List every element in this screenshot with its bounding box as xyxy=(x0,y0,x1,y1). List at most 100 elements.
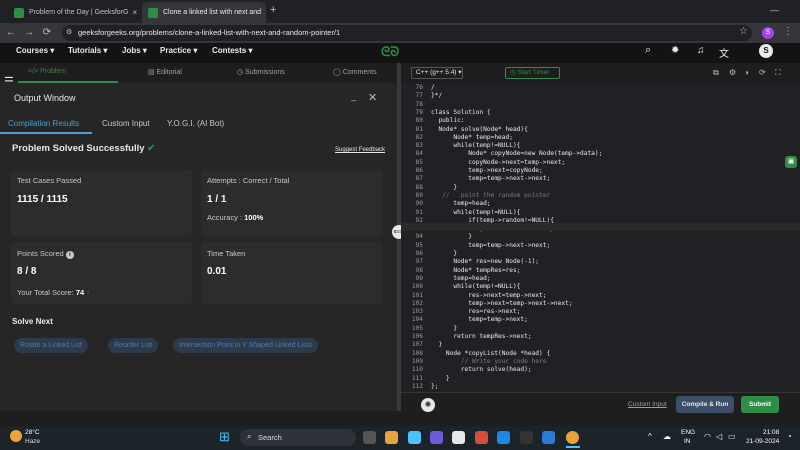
nav-jobs[interactable]: Jobs ▾ xyxy=(122,46,147,55)
code-line[interactable]: class Solution { xyxy=(431,109,491,116)
code-line[interactable]: res=res->next; xyxy=(431,308,520,315)
translate-icon[interactable]: 文 xyxy=(719,45,729,60)
code-line[interactable]: return solve(head); xyxy=(431,366,532,373)
back-icon[interactable]: ← xyxy=(4,26,18,40)
code-line[interactable]: temp=head; xyxy=(431,200,490,207)
code-line[interactable]: Node* res=new Node(-1); xyxy=(431,258,539,265)
search-icon[interactable]: ⌕ xyxy=(645,44,651,57)
code-editor[interactable]: 76 / 77}*/ 78 79 class Solution {80 public: 81… xyxy=(401,84,800,392)
browser-tab-2[interactable]: Clone a linked list with next and × xyxy=(142,2,266,23)
code-line[interactable]: public: xyxy=(431,117,464,124)
settings-icon[interactable]: ⚙ xyxy=(729,68,736,77)
language-indicator-2[interactable]: IN xyxy=(684,438,691,445)
code-line[interactable]: while(temp!=NULL){ xyxy=(431,283,520,290)
submit-button[interactable]: Submit xyxy=(741,396,779,413)
code-line[interactable]: temp=temp->next; xyxy=(431,316,528,323)
close-icon[interactable]: × xyxy=(261,8,266,17)
theme-toggle-icon[interactable]: ✹ xyxy=(671,45,679,56)
close-icon[interactable]: × xyxy=(128,8,137,17)
code-line[interactable]: temp=head; xyxy=(431,275,490,282)
code-line[interactable]: } xyxy=(431,233,472,240)
cloud-icon[interactable]: ☁ xyxy=(663,432,671,441)
code-line[interactable]: } xyxy=(431,325,457,332)
chat-icon[interactable]: ▣ xyxy=(785,156,797,168)
code-line[interactable]: Node* solve(Node* head){ xyxy=(431,126,527,133)
copilot-icon[interactable] xyxy=(408,431,421,444)
tab-comments[interactable]: ◯ Comments xyxy=(333,68,377,76)
notification-bell-icon[interactable]: ◔ xyxy=(787,432,792,441)
code-line[interactable]: copyNode->next=temp->next; xyxy=(431,159,565,166)
bell-icon[interactable]: ♫ xyxy=(697,45,705,56)
custom-input-link[interactable]: Custom Input xyxy=(628,401,667,408)
edge-icon[interactable] xyxy=(497,431,510,444)
minimize-icon[interactable]: _ xyxy=(351,91,356,101)
url-input[interactable]: geeksforgeeks.org/problems/clone-a-linke… xyxy=(62,25,752,41)
forward-icon[interactable]: → xyxy=(22,26,36,40)
theme-icon[interactable]: ◑ xyxy=(744,68,749,77)
code-line[interactable]: // point the random pointer xyxy=(431,192,550,199)
tab-compilation-results[interactable]: Compilation Results xyxy=(8,119,79,128)
language-indicator-1[interactable]: ENG xyxy=(681,429,695,436)
volume-icon[interactable]: ◁ xyxy=(716,432,722,441)
wifi-icon[interactable]: ◠ xyxy=(704,432,711,441)
browser-menu-icon[interactable]: ⋮ xyxy=(783,26,793,37)
code-line[interactable]: while(temp!=NULL){ xyxy=(431,142,520,149)
code-line[interactable]: res->next=temp->next; xyxy=(431,292,546,299)
minimize-window-icon[interactable]: — xyxy=(770,5,779,15)
weather-icon[interactable] xyxy=(10,430,22,442)
next-problem-link[interactable]: Rotate a Linked List xyxy=(14,338,88,353)
code-line[interactable]: temp->next=copyNode; xyxy=(431,167,543,174)
lightbulb-icon[interactable]: ✺ xyxy=(421,398,435,412)
language-select[interactable]: C++ (g++ 5.4) ▾ xyxy=(411,67,463,79)
code-line[interactable]: temp=temp->next->next; xyxy=(431,242,550,249)
tab-custom-input[interactable]: Custom Input xyxy=(102,119,150,128)
tab-editorial[interactable]: ▤ Editorial xyxy=(148,68,182,76)
user-avatar[interactable]: S xyxy=(759,44,773,58)
nav-practice[interactable]: Practice ▾ xyxy=(160,46,197,55)
code-line[interactable]: } xyxy=(431,184,457,191)
info-icon[interactable]: i xyxy=(65,251,74,259)
next-problem-link[interactable]: Reorder List xyxy=(108,338,159,353)
code-line[interactable]: // Write your code here xyxy=(431,358,547,365)
tab-submissions[interactable]: ◷ Submissions xyxy=(237,68,285,76)
code-line[interactable]: while(temp!=NULL){ xyxy=(431,209,520,216)
reload-icon[interactable]: ⟳ xyxy=(40,26,54,40)
nav-tutorials[interactable]: Tutorials ▾ xyxy=(68,46,107,55)
close-icon[interactable]: ✕ xyxy=(368,91,377,104)
task-view-icon[interactable] xyxy=(363,431,376,444)
file-explorer-icon[interactable] xyxy=(385,431,398,444)
copy-icon[interactable]: ⧉ xyxy=(713,68,719,78)
brave-icon[interactable] xyxy=(475,431,488,444)
code-line[interactable]: Node* copyNode=new Node(temp->data); xyxy=(431,150,602,157)
code-line[interactable]: } xyxy=(431,341,442,348)
reset-icon[interactable]: ⟳ xyxy=(759,68,766,77)
code-line[interactable]: Node* tempRes=res; xyxy=(431,267,520,274)
browser-tab-1[interactable]: Problem of the Day | GeeksforG × xyxy=(8,2,142,23)
code-line[interactable]: } xyxy=(431,250,457,257)
start-timer-button[interactable]: ◷ Start Timer xyxy=(505,67,560,79)
bookmark-star-icon[interactable]: ☆ xyxy=(739,26,748,37)
chrome-icon[interactable] xyxy=(566,431,579,444)
code-line[interactable]: temp->next=temp->next->next; xyxy=(431,300,572,307)
code-line[interactable]: temp=temp->next->next; xyxy=(431,175,550,182)
vscode-icon[interactable] xyxy=(542,431,555,444)
tray-chevron-icon[interactable]: ^ xyxy=(648,432,652,441)
code-line[interactable]: Node *copyList(Node *head) { xyxy=(431,350,550,357)
tab-problem[interactable]: </> Problem xyxy=(28,68,66,75)
nav-courses[interactable]: Courses ▾ xyxy=(16,46,54,55)
store-icon[interactable] xyxy=(452,431,465,444)
code-line[interactable]: }*/ xyxy=(431,92,442,99)
battery-icon[interactable]: ▭ xyxy=(728,432,736,441)
nav-contests[interactable]: Contests ▾ xyxy=(212,46,252,55)
next-problem-link[interactable]: Intersection Point in Y Shaped Linked Li… xyxy=(173,338,318,353)
gfg-logo-icon[interactable]: ᘓᘐ xyxy=(381,44,399,60)
terminal-icon[interactable] xyxy=(520,431,533,444)
profile-avatar[interactable]: S xyxy=(762,27,774,39)
tab-yogi-ai-bot[interactable]: Y.O.G.I. (AI Bot) xyxy=(167,119,224,128)
fullscreen-icon[interactable]: ⛶ xyxy=(775,68,781,78)
code-line[interactable]: return tempRes->next; xyxy=(431,333,531,340)
site-info-icon[interactable]: ⚙ xyxy=(66,28,72,36)
teams-icon[interactable] xyxy=(430,431,443,444)
new-tab-button[interactable]: + xyxy=(270,4,276,16)
windows-start-icon[interactable]: ⊞ xyxy=(219,430,233,444)
